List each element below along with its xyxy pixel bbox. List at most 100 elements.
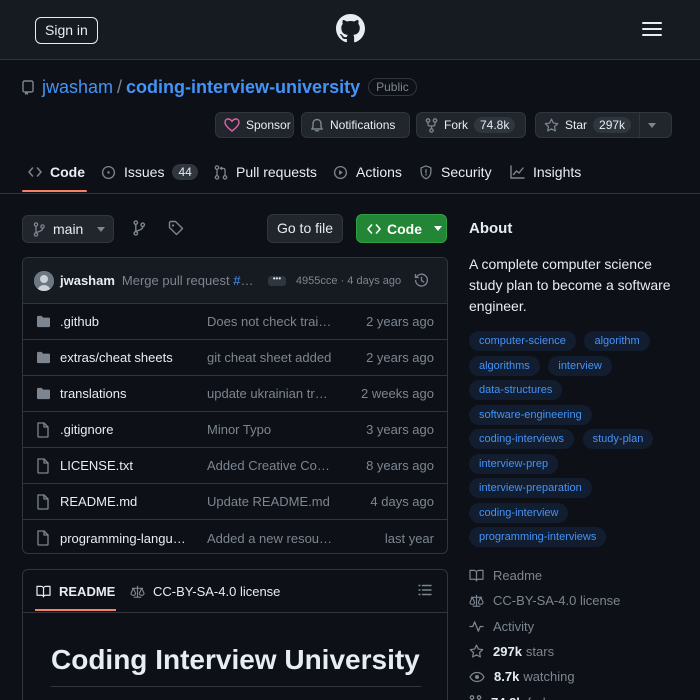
file-commit-message[interactable]: Update README.md (207, 494, 333, 509)
menu-hamburger-icon[interactable] (641, 20, 663, 38)
readme-heading: Coding Interview University (51, 644, 420, 675)
notifications-button[interactable]: Notifications (301, 112, 410, 138)
fork-button[interactable]: Fork 74.8k (416, 112, 526, 138)
file-row[interactable]: .gitignore Minor Typo 3 years ago (23, 412, 447, 448)
file-row[interactable]: LICENSE.txt Added Creative Commons licens… (23, 448, 447, 484)
stat-watching[interactable]: 8.7k watching (469, 664, 689, 689)
commit-message-text: Merge pull request (121, 273, 234, 288)
tab-pull-requests[interactable]: Pull requests (214, 150, 317, 194)
stat-stars[interactable]: 297k stars (469, 639, 689, 664)
star-button[interactable]: Star 297k (535, 112, 672, 138)
file-icon (36, 493, 49, 510)
sign-in-button[interactable]: Sign in (35, 17, 98, 44)
stat-value: 8.7k (494, 669, 520, 685)
topic-tag[interactable]: data-structures (469, 380, 563, 400)
fork-icon (469, 694, 482, 700)
star-list-caret-icon[interactable] (648, 122, 657, 128)
file-row[interactable]: .github Does not check trailing links 2 ye… (23, 304, 447, 340)
topic-tag[interactable]: coding-interview (469, 502, 569, 523)
code-download-button[interactable]: Code (356, 214, 447, 243)
pull-request-link[interactable]: #1… (233, 273, 256, 288)
avatar[interactable] (34, 270, 54, 291)
law-icon (130, 585, 145, 599)
stat-value: 297k (493, 644, 522, 660)
file-row[interactable]: README.md Update README.md 4 days ago (23, 484, 447, 520)
file-row[interactable]: extras/cheat sheets git cheat sheet added… (23, 340, 447, 376)
file-commit-message[interactable]: Added Creative Commons license (207, 458, 333, 473)
tab-actions[interactable]: Actions (333, 150, 402, 194)
file-name-link[interactable]: extras/cheat sheets (60, 350, 190, 365)
latest-commit-bar: jwasham Merge pull request #1… ••• 4955c… (23, 258, 447, 304)
commit-message[interactable]: Merge pull request #1… (122, 273, 256, 288)
repository-heading: jwasham / coding-interview-university Pu… (22, 76, 417, 98)
topic-tag[interactable]: interview (548, 355, 612, 376)
file-row[interactable]: translations update ukrainian translation… (23, 376, 447, 412)
topic-tag[interactable]: interview-prep (469, 453, 559, 474)
branches-icon[interactable] (132, 220, 146, 236)
folder-icon (36, 387, 51, 400)
tab-issues[interactable]: Issues 44 (101, 150, 198, 194)
fork-label: Fork (444, 118, 468, 132)
commit-author[interactable]: jwasham (60, 273, 115, 288)
issues-count-badge: 44 (172, 164, 198, 180)
go-to-file-button[interactable]: Go to file (267, 214, 343, 243)
file-name-link[interactable]: .github (60, 314, 190, 329)
sponsor-label: Sponsor (246, 118, 291, 132)
topic-tag[interactable]: programming-interviews (469, 527, 607, 547)
stat-forks[interactable]: 74.8k forks (469, 689, 689, 700)
repo-tab-bar: Code Issues 44 Pull requests Actions Sec… (0, 150, 700, 194)
topic-list: computer-science algorithm algorithms in… (469, 331, 684, 552)
file-name-link[interactable]: translations (60, 386, 190, 401)
history-icon[interactable] (414, 273, 429, 288)
tab-issues-label: Issues (124, 164, 165, 180)
file-commit-message[interactable]: git cheat sheet added (207, 350, 333, 365)
file-commit-date: 4 days ago (370, 494, 434, 509)
topic-tag[interactable]: algorithm (584, 331, 650, 351)
tab-license[interactable]: CC-BY-SA-4.0 license (130, 570, 280, 613)
file-commit-message[interactable]: Added a new resource (207, 531, 333, 546)
file-name-link[interactable]: README.md (60, 494, 190, 509)
file-name-link[interactable]: programming-language-resources.md (60, 531, 190, 546)
stat-cc-by-sa-4-0-license[interactable]: CC-BY-SA-4.0 license (469, 588, 689, 613)
fork-count: 74.8k (474, 117, 516, 133)
file-commit-message[interactable]: update ukrainian translation (207, 386, 333, 401)
topic-tag[interactable]: coding-interviews (469, 429, 574, 449)
branch-selector[interactable]: main (22, 215, 114, 243)
tag-icon[interactable] (168, 220, 184, 236)
topic-tag[interactable]: interview-preparation (469, 478, 592, 498)
expand-commit-button[interactable]: ••• (267, 274, 286, 286)
tab-security[interactable]: Security (419, 150, 492, 194)
file-commit-message[interactable]: Does not check trailing links (207, 314, 333, 329)
path-separator: / (117, 76, 123, 97)
notifications-label: Notifications (330, 118, 396, 132)
file-name-link[interactable]: .gitignore (60, 422, 190, 437)
tab-readme-label: README (59, 584, 116, 599)
readme-panel: README CC-BY-SA-4.0 license Coding Inter… (22, 569, 448, 700)
github-logo-icon[interactable] (336, 14, 365, 43)
tab-readme[interactable]: README (36, 570, 115, 613)
repo-owner-link[interactable]: jwasham (42, 77, 113, 98)
tab-insights[interactable]: Insights (510, 150, 581, 194)
file-icon (36, 530, 49, 546)
stat-label: forks (528, 695, 556, 700)
tab-code[interactable]: Code (28, 150, 85, 194)
graph-icon (510, 165, 525, 179)
commit-hash-date[interactable]: 4955cce · 4 days ago (296, 275, 401, 287)
topic-tag[interactable]: study-plan (582, 429, 654, 449)
file-commit-message[interactable]: Minor Typo (207, 422, 333, 437)
book-icon (36, 585, 51, 598)
topic-tag[interactable]: computer-science (469, 331, 576, 351)
stat-activity[interactable]: Activity (469, 614, 689, 639)
file-name-link[interactable]: LICENSE.txt (60, 458, 190, 473)
table-of-contents-icon[interactable] (418, 584, 432, 596)
issue-icon (101, 165, 116, 180)
topic-tag[interactable]: algorithms (469, 355, 540, 376)
sponsor-button[interactable]: Sponsor (215, 112, 294, 138)
fork-icon (425, 117, 438, 133)
file-commit-date: 8 years ago (366, 458, 434, 473)
heading-rule (51, 686, 421, 687)
file-row[interactable]: programming-language-resources.md Added a… (23, 520, 447, 553)
stat-readme[interactable]: Readme (469, 563, 689, 588)
repo-name-link[interactable]: coding-interview-university (126, 77, 360, 98)
topic-tag[interactable]: software-engineering (469, 404, 592, 425)
